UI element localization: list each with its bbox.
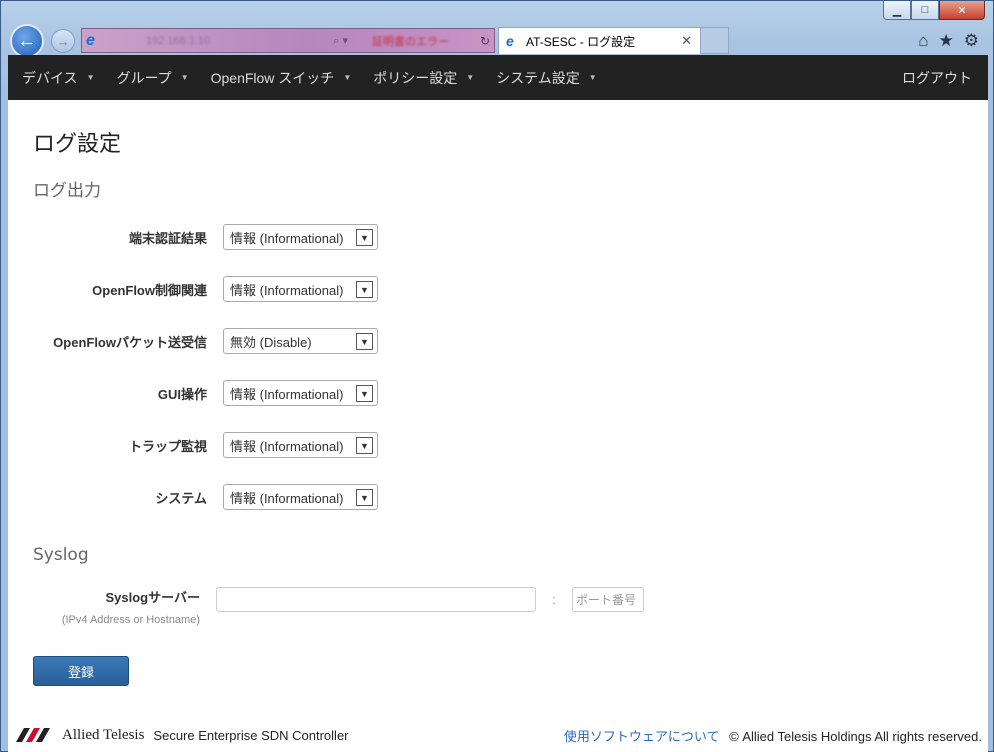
log-setting-label: 端末認証結果 <box>128 230 207 246</box>
dropdown-arrow-icon[interactable]: ▼ <box>356 281 373 298</box>
search-icon[interactable]: ⌕ ▾ <box>333 34 348 48</box>
nav-item-label: グループ <box>116 69 172 86</box>
log-level-select[interactable]: 情報 (Informational) ▼ <box>223 276 378 302</box>
maximize-button[interactable]: □ <box>911 1 939 20</box>
minimize-button[interactable]: ▁ <box>883 1 911 20</box>
log-setting-label: GUI操作 <box>157 386 207 402</box>
selected-value: 情報 (Informational) <box>230 230 344 246</box>
nav-item-label: ポリシー設定 <box>373 69 458 86</box>
nav-item-label: OpenFlow スイッチ <box>210 69 335 86</box>
nav-item-devices[interactable]: デバイス ▼ <box>22 68 95 88</box>
nav-item-label: システム設定 <box>496 69 580 86</box>
favorites-star-icon[interactable]: ★ <box>939 31 954 51</box>
dropdown-arrow-icon[interactable]: ▼ <box>356 385 373 402</box>
log-setting-row: トラップ監視 情報 (Informational) ▼ <box>33 419 963 471</box>
log-setting-row: OpenFlow制御関連 情報 (Informational) ▼ <box>33 263 963 315</box>
settings-gear-icon[interactable]: ⚙ <box>964 31 979 51</box>
selected-value: 情報 (Informational) <box>230 282 344 298</box>
page-viewport: デバイス ▼ グループ ▼ OpenFlow スイッチ ▼ ポリシー設定 ▼ システム設… <box>8 55 988 752</box>
browser-window: ▁ □ ✕ ← → e 192.168.1.10 ⌕ ▾ 証明書のエラー ↻ e… <box>0 0 994 752</box>
footer-right: 使用ソフトウェアについて © Allied Telesis Holdings A… <box>564 726 982 745</box>
syslog-label-group: Syslogサーバー (IPv4 Address or Hostname) <box>33 587 216 626</box>
log-level-select[interactable]: 情報 (Informational) ▼ <box>223 432 378 458</box>
log-level-select[interactable]: 情報 (Informational) ▼ <box>223 224 378 250</box>
browser-tab[interactable]: e AT-SESC - ログ設定 ✕ <box>498 27 701 54</box>
syslog-server-label: Syslogサーバー <box>105 590 201 605</box>
certificate-error-label[interactable]: 証明書のエラー <box>372 33 449 49</box>
syslog-server-hint: (IPv4 Address or Hostname) <box>61 614 200 626</box>
new-tab-button[interactable] <box>701 27 729 54</box>
log-setting-row: OpenFlowパケット送受信 無効 (Disable) ▼ <box>33 315 963 367</box>
ie-tab-icon: e <box>506 33 514 49</box>
page-title: ログ設定 <box>33 132 122 157</box>
log-setting-row: システム 情報 (Informational) ▼ <box>33 471 963 523</box>
close-window-button[interactable]: ✕ <box>939 1 985 20</box>
chevron-down-icon: ▼ <box>180 73 189 82</box>
ie-icon: e <box>86 31 95 49</box>
copyright-text: © Allied Telesis Holdings All rights res… <box>729 728 982 744</box>
nav-item-policy[interactable]: ポリシー設定 ▼ <box>373 68 474 88</box>
log-level-select[interactable]: 情報 (Informational) ▼ <box>223 484 378 510</box>
log-setting-row: GUI操作 情報 (Informational) ▼ <box>33 367 963 419</box>
register-button[interactable]: 登録 <box>33 656 129 686</box>
log-level-select[interactable]: 無効 (Disable) ▼ <box>223 328 378 354</box>
selected-value: 情報 (Informational) <box>230 386 344 402</box>
selected-value: 無効 (Disable) <box>230 334 312 350</box>
home-icon[interactable]: ⌂ <box>918 31 928 51</box>
toolbar-icons: ⌂ ★ ⚙ <box>918 31 979 51</box>
main-content: ログ設定 ログ出力 端末認証結果 情報 (Informational) ▼ Op… <box>8 100 988 712</box>
nav-item-groups[interactable]: グループ ▼ <box>117 68 189 88</box>
log-setting-label: OpenFlow制御関連 <box>92 282 207 298</box>
log-setting-label: OpenFlowパケット送受信 <box>53 334 207 350</box>
forward-button[interactable]: → <box>51 29 75 53</box>
allied-telesis-logo-icon <box>16 728 56 742</box>
address-bar[interactable]: e 192.168.1.10 ⌕ ▾ 証明書のエラー ↻ <box>81 28 495 53</box>
port-separator: : <box>552 592 556 607</box>
syslog-port-input[interactable]: ポート番号 <box>572 587 644 612</box>
tab-close-icon[interactable]: ✕ <box>681 33 692 49</box>
section-heading-log-output: ログ出力 <box>33 181 101 201</box>
log-level-select[interactable]: 情報 (Informational) ▼ <box>223 380 378 406</box>
window-controls: ▁ □ ✕ <box>883 1 985 20</box>
logout-link[interactable]: ログアウト <box>902 68 972 88</box>
log-setting-label: システム <box>155 490 207 506</box>
chevron-down-icon: ▼ <box>466 73 475 82</box>
dropdown-arrow-icon[interactable]: ▼ <box>356 489 373 506</box>
syslog-server-input[interactable] <box>216 587 536 612</box>
dropdown-arrow-icon[interactable]: ▼ <box>356 333 373 350</box>
log-setting-label: トラップ監視 <box>128 438 207 454</box>
nav-item-openflow-switch[interactable]: OpenFlow スイッチ ▼ <box>211 68 352 88</box>
nav-item-label: デバイス <box>22 69 78 86</box>
page-footer: Allied Telesis Secure Enterprise SDN Con… <box>8 717 988 752</box>
refresh-icon[interactable]: ↻ <box>480 34 490 48</box>
chevron-down-icon: ▼ <box>86 73 95 82</box>
chevron-down-icon: ▼ <box>343 73 352 82</box>
selected-value: 情報 (Informational) <box>230 438 344 454</box>
address-text: 192.168.1.10 <box>146 34 211 47</box>
product-name: Secure Enterprise SDN Controller <box>153 727 349 743</box>
logo-text: Allied Telesis <box>62 726 145 743</box>
syslog-server-row: Syslogサーバー (IPv4 Address or Hostname) : … <box>33 587 963 626</box>
section-heading-syslog: Syslog <box>33 545 89 565</box>
nav-item-system[interactable]: システム設定 ▼ <box>496 68 597 88</box>
log-setting-row: 端末認証結果 情報 (Informational) ▼ <box>33 211 963 263</box>
top-navbar: デバイス ▼ グループ ▼ OpenFlow スイッチ ▼ ポリシー設定 ▼ システム設… <box>8 55 988 100</box>
tab-title: AT-SESC - ログ設定 <box>526 34 636 49</box>
back-button[interactable]: ← <box>10 24 44 58</box>
software-info-link[interactable]: 使用ソフトウェアについて <box>564 729 720 744</box>
browser-toolbar: ← → e 192.168.1.10 ⌕ ▾ 証明書のエラー ↻ e AT-SE… <box>7 23 989 58</box>
dropdown-arrow-icon[interactable]: ▼ <box>356 229 373 246</box>
dropdown-arrow-icon[interactable]: ▼ <box>356 437 373 454</box>
chevron-down-icon: ▼ <box>588 73 597 82</box>
selected-value: 情報 (Informational) <box>230 490 344 506</box>
